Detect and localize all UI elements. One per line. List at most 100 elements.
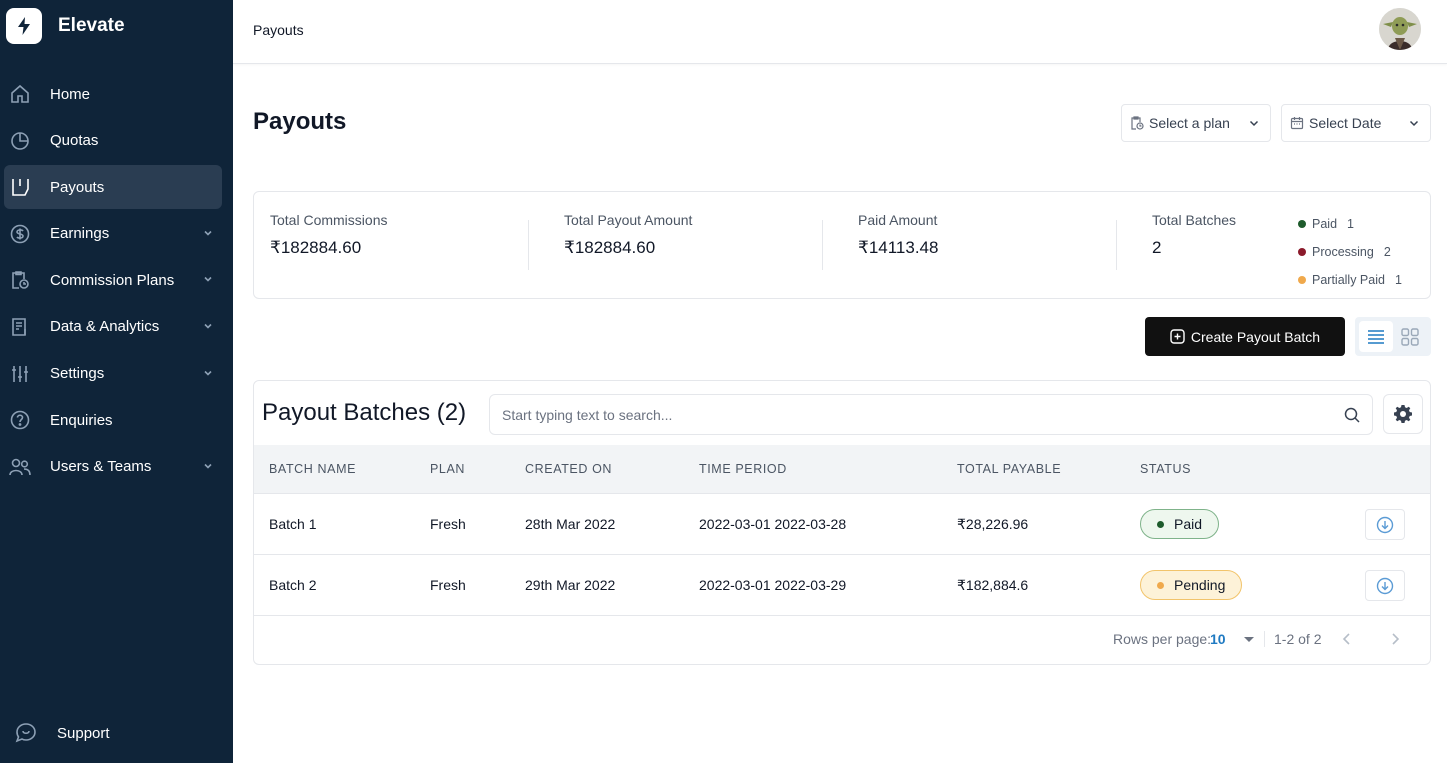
sidebar-item-users-teams[interactable]: Users & Teams [4,445,222,489]
pie-chart-icon [9,130,31,152]
question-circle-icon [9,409,31,431]
sidebar-item-earnings[interactable]: Earnings [4,212,222,256]
legend-item: Processing 2 [1298,238,1402,266]
sidebar-item-payouts[interactable]: Payouts [4,165,222,210]
chevron-down-icon [204,230,212,236]
sidebar-item-label: Payouts [50,178,105,196]
sidebar-item-enquiries[interactable]: Enquiries [4,398,222,442]
chat-bubble-icon [15,722,37,744]
document-chart-icon [9,316,31,338]
divider [822,220,823,270]
column-header[interactable]: CREATED ON [525,462,612,476]
divider [1116,220,1117,270]
grid-view-button[interactable] [1393,321,1427,352]
payouts-icon [9,176,31,198]
search-icon[interactable] [1344,407,1360,423]
stat-label: Total Batches [1152,212,1237,228]
sidebar-item-home[interactable]: Home [4,72,222,116]
legend-dot [1298,220,1306,228]
column-header[interactable]: BATCH NAME [269,462,356,476]
stat-total-batches: Total Batches 2 [1152,212,1236,258]
status-badge: Pending [1140,570,1243,600]
cell-batch-name: Batch 2 [269,577,317,593]
status-dot [1157,581,1164,589]
stat-value: ₹182884.60 [270,238,362,257]
table-settings-button[interactable] [1383,394,1423,434]
rows-per-page-select[interactable]: 10 [1210,631,1226,647]
table-row[interactable]: Batch 2 Fresh 29th Mar 2022 2022-03-01 2… [254,555,1430,616]
cell-time-period: 2022-03-01 2022-03-28 [699,516,847,532]
column-header[interactable]: PLAN [430,462,465,476]
cell-created-on: 29th Mar 2022 [525,577,616,593]
date-select[interactable]: Select Date [1281,104,1431,142]
search-box [489,394,1373,435]
chevron-down-icon [1249,120,1259,127]
divider [1264,631,1265,647]
status-badge: Paid [1140,509,1220,539]
chevron-down-icon [1409,120,1419,127]
legend-count: 1 [1347,217,1354,231]
plus-square-icon [1170,329,1185,344]
sidebar-item-data-analytics[interactable]: Data & Analytics [4,305,222,349]
home-icon [9,83,31,105]
stat-total-commissions: Total Commissions ₹182884.60 [270,212,387,258]
download-button[interactable] [1365,570,1405,601]
topbar: Payouts [233,0,1447,64]
grid-icon [1401,327,1419,346]
sidebar-item-commission-plans[interactable]: Commission Plans [4,258,222,302]
table-title: Payout Batches (2) [262,399,467,426]
support-label: Support [57,724,110,742]
sidebar: Elevate Home Quotas Payouts Earnings Com… [0,0,233,763]
sidebar-item-label: Home [50,85,91,103]
create-payout-batch-button[interactable]: Create Payout Batch [1145,317,1345,356]
list-view-button[interactable] [1359,321,1393,352]
sidebar-item-label: Earnings [50,225,110,243]
legend-item: Partially Paid 1 [1298,266,1402,294]
download-circle-icon [1376,577,1394,594]
status-label: Pending [1174,577,1226,593]
search-input[interactable] [502,406,1322,423]
plan-select-value: Select a plan [1149,115,1230,131]
download-button[interactable] [1365,509,1405,540]
sidebar-nav: Home Quotas Payouts Earnings Commission … [4,72,222,491]
support-link[interactable]: Support [10,722,110,744]
users-icon [9,456,31,478]
legend-label: Partially Paid [1312,273,1385,287]
stat-total-payout: Total Payout Amount ₹182884.60 [564,212,692,258]
caret-down-icon[interactable] [1244,637,1254,642]
brand[interactable]: Elevate [6,8,125,44]
cell-time-period: 2022-03-01 2022-03-29 [699,577,847,593]
calendar-icon [1290,117,1304,130]
chevron-down-icon [204,323,212,329]
stat-label: Paid Amount [858,212,938,228]
sidebar-item-quotas[interactable]: Quotas [4,119,222,163]
chevron-right-icon[interactable] [1387,631,1403,647]
chevron-left-icon[interactable] [1339,631,1355,647]
stat-value: ₹14113.48 [858,238,939,257]
legend-dot [1298,248,1306,256]
column-header[interactable]: STATUS [1140,462,1191,476]
table-header: BATCH NAME PLAN CREATED ON TIME PERIOD T… [254,445,1430,494]
cell-batch-name: Batch 1 [269,516,317,532]
legend-dot [1298,276,1306,284]
dollar-circle-icon [9,223,31,245]
column-header[interactable]: TIME PERIOD [699,462,787,476]
cell-total-payable: ₹28,226.96 [957,516,1029,532]
view-toggle [1355,317,1431,356]
cell-plan: Fresh [430,516,466,532]
plan-select[interactable]: Select a plan [1121,104,1271,142]
stat-paid-amount: Paid Amount ₹14113.48 [858,212,938,258]
sidebar-item-settings[interactable]: Settings [4,352,222,396]
sidebar-item-label: Data & Analytics [50,318,160,336]
clipboard-clock-icon [9,269,31,291]
avatar[interactable] [1379,8,1421,50]
download-circle-icon [1376,516,1394,533]
legend-label: Paid [1312,217,1338,231]
column-header[interactable]: TOTAL PAYABLE [957,462,1061,476]
sliders-icon [9,363,31,385]
page-title: Payouts [253,108,347,135]
sidebar-item-label: Commission Plans [50,271,175,289]
table-row[interactable]: Batch 1 Fresh 28th Mar 2022 2022-03-01 2… [254,494,1430,555]
clipboard-icon [1131,116,1144,130]
legend-label: Processing [1312,245,1374,259]
